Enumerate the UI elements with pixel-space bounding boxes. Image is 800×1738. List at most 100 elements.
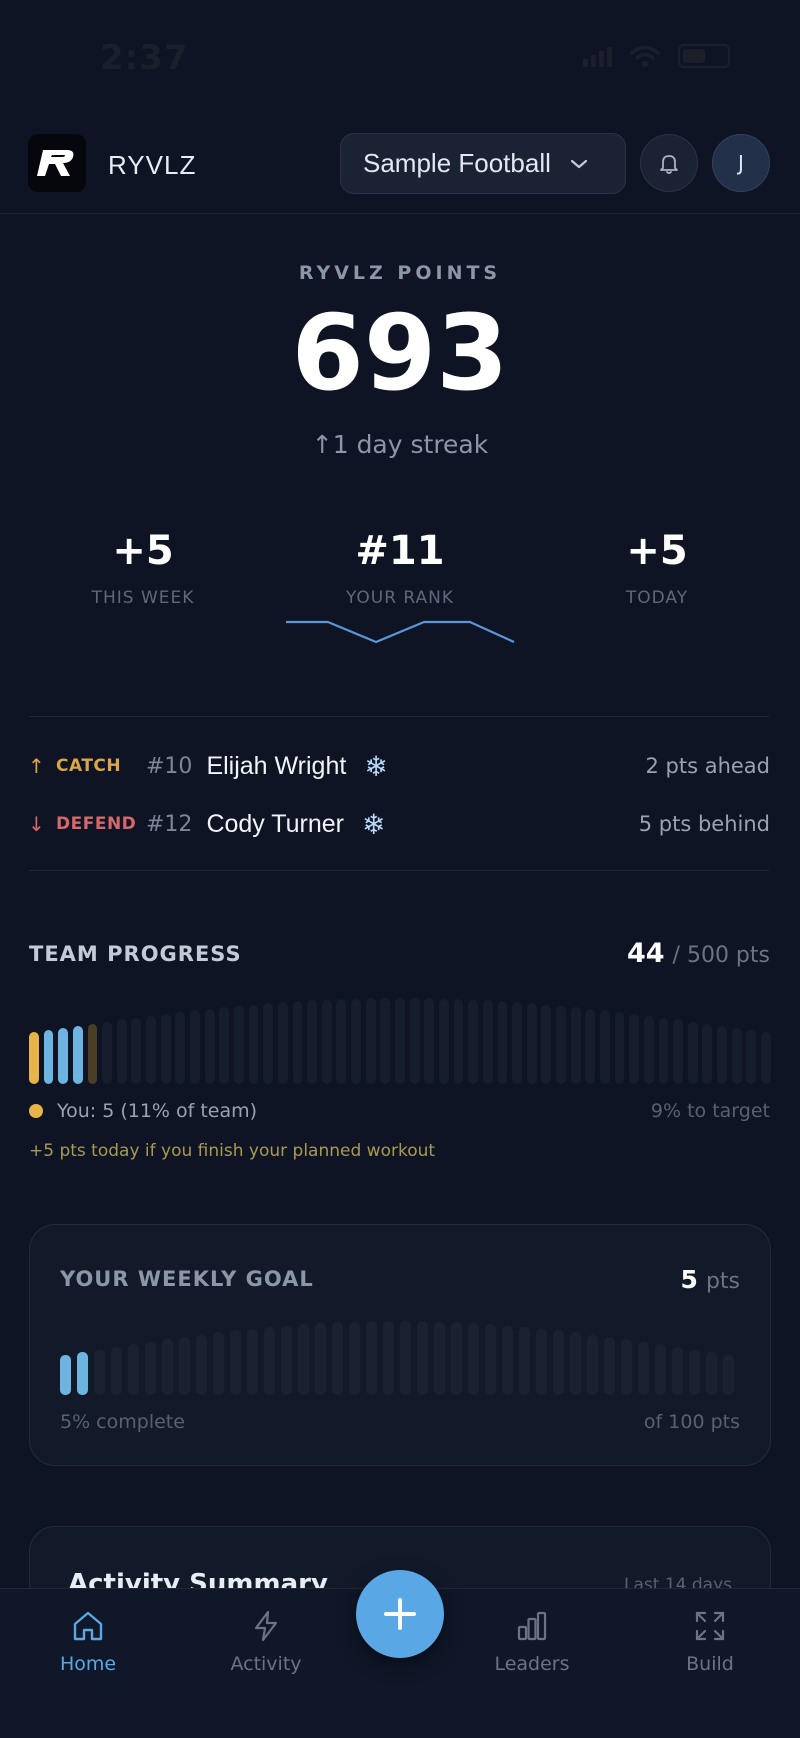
team-progress-bar (643, 1015, 654, 1084)
team-progress-total: 44 / 500 pts (627, 938, 770, 969)
weekly-goal-bar (553, 1330, 564, 1395)
status-time: 2:37 (100, 38, 189, 78)
logo-r-icon (37, 150, 74, 176)
team-progress-bar (614, 1012, 625, 1084)
team-target-text: 9% to target (650, 1100, 770, 1122)
nav-label: Home (59, 1653, 117, 1675)
team-progress-bar-filled (43, 1029, 54, 1084)
weekly-goal-bar (230, 1330, 241, 1395)
snowflake-icon: ❄ (362, 807, 386, 841)
status-bar: 2:37 (0, 0, 800, 120)
team-progress-bar-filled (72, 1025, 83, 1084)
nav-label: Activity (230, 1653, 302, 1675)
team-progress-bar (248, 1004, 259, 1084)
team-progress-bar (512, 1002, 522, 1084)
rival-name: Elijah Wright (206, 751, 347, 780)
team-progress-bar (263, 1003, 274, 1084)
weekly-goal-bar (604, 1336, 615, 1395)
team-progress-bar (658, 1017, 669, 1084)
team-progress-bar (497, 1001, 508, 1084)
team-progress-bar (453, 999, 464, 1084)
weekly-goal-bar (723, 1355, 734, 1395)
weekly-goal-bar (145, 1341, 156, 1395)
weekly-goal-bar (451, 1322, 462, 1395)
team-progress-title: TEAM PROGRESS (29, 942, 242, 966)
weekly-goal-bar (638, 1341, 649, 1395)
weekly-goal-bar (366, 1321, 377, 1395)
notifications-button[interactable] (640, 134, 698, 192)
nav-leaders[interactable]: Leaders (472, 1609, 592, 1675)
team-progress-bar (556, 1005, 566, 1084)
team-progress-bar (687, 1021, 698, 1084)
team-progress-bar (175, 1012, 186, 1084)
team-you-text: You: 5 (11% of team) (57, 1100, 258, 1122)
team-selector[interactable]: Sample Football (340, 133, 626, 194)
user-avatar[interactable]: J (712, 134, 770, 192)
team-progress-bar (468, 999, 479, 1084)
team-progress-bar (219, 1007, 230, 1084)
team-you-contribution: You: 5 (11% of team) (29, 1100, 257, 1122)
weekly-goal-bar (128, 1344, 139, 1395)
weekly-goal-bar-filled (60, 1355, 71, 1395)
weekly-goal-bar (570, 1332, 581, 1395)
team-progress-bar (131, 1017, 142, 1084)
rival-row-catch[interactable]: ↑ CATCH #10 Elijah Wright ❄ 2 pts ahead (28, 746, 770, 786)
weekly-goal-bar (655, 1344, 666, 1395)
weekly-goal-bar (315, 1323, 326, 1395)
team-progress-bar (307, 1000, 318, 1084)
points-label: RYVLZ POINTS (298, 262, 502, 284)
team-progress-bar (102, 1021, 113, 1084)
bell-icon (660, 155, 678, 174)
weekly-goal-bar (111, 1346, 122, 1395)
app-header: RYVLZ Sample Football J (0, 120, 800, 214)
team-progress-bar (321, 999, 332, 1084)
nav-label: Build (686, 1653, 734, 1675)
stat-this-week: +5 THIS WEEK (23, 528, 263, 608)
stat-label: TODAY (625, 588, 689, 608)
weekly-goal-complete: 5% complete (60, 1411, 185, 1433)
points-value: 693 (291, 292, 509, 414)
team-progress-bar-filled (29, 1032, 39, 1084)
weekly-goal-bar (689, 1349, 700, 1395)
rival-gap: 5 pts behind (638, 812, 770, 836)
stat-your-rank[interactable]: #11 YOUR RANK (280, 528, 520, 608)
weekly-goal-points: 5 pts (681, 1265, 740, 1294)
team-progress-bar (160, 1013, 171, 1084)
weekly-goal-bar (349, 1321, 360, 1395)
weekly-goal-bar (672, 1346, 683, 1395)
team-progress-bar (190, 1010, 200, 1084)
status-icons (583, 44, 730, 68)
divider (29, 716, 769, 717)
rival-row-defend[interactable]: ↓ DEFEND #12 Cody Turner ❄ 5 pts behind (28, 804, 770, 844)
team-progress-bar (438, 998, 449, 1084)
team-progress-bar (365, 998, 376, 1084)
you-dot (29, 1104, 43, 1118)
home-icon (73, 1611, 103, 1641)
weekly-goal-card[interactable]: YOUR WEEKLY GOAL 5 pts 5% complete of 10… (29, 1224, 771, 1466)
arrow-up-icon: ↑ (28, 754, 45, 778)
stat-label: YOUR RANK (345, 588, 455, 608)
snowflake-icon: ❄ (364, 749, 388, 783)
weekly-goal-of-total: of 100 pts (643, 1411, 740, 1433)
weekly-goal-bar (587, 1334, 598, 1395)
plus-icon (384, 1598, 416, 1630)
nav-home[interactable]: Home (28, 1609, 148, 1675)
stat-today: +5 TODAY (537, 528, 777, 608)
team-progress-bar (761, 1032, 771, 1084)
team-progress-bar (702, 1023, 713, 1084)
add-workout-button[interactable] (356, 1570, 444, 1658)
team-progress-bar (424, 998, 435, 1084)
streak-text: ↑1 day streak (311, 430, 489, 459)
bar-chart-icon (517, 1611, 547, 1641)
divider (29, 870, 769, 871)
team-progress-current: 44 (626, 938, 665, 969)
nav-activity[interactable]: Activity (206, 1609, 326, 1675)
rival-name: Cody Turner (206, 809, 344, 838)
stat-value: +5 (626, 528, 688, 574)
team-progress-bar (116, 1019, 127, 1084)
team-progress-bar (409, 998, 420, 1084)
weekly-goal-points-unit: pts (705, 1269, 740, 1294)
team-progress-bar (482, 1000, 493, 1084)
nav-build[interactable]: Build (650, 1609, 770, 1675)
ryvlz-logo[interactable] (28, 134, 86, 192)
